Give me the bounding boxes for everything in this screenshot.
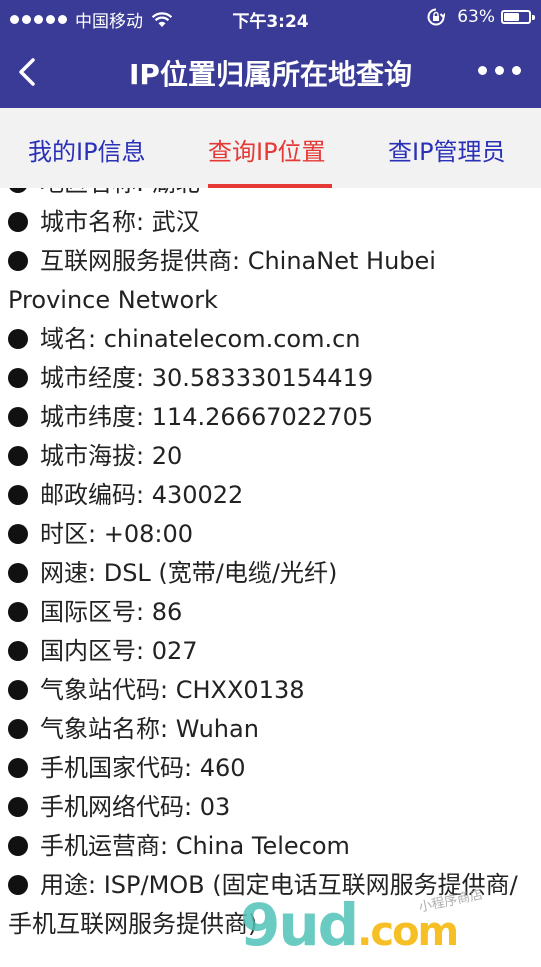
- info-item-text: 城市纬度: 114.26667022705: [40, 403, 374, 431]
- back-chevron-icon[interactable]: [14, 56, 42, 88]
- bullet-icon: [8, 641, 28, 661]
- tab-query-ip-admin[interactable]: 查IP管理员: [388, 132, 506, 167]
- info-item-text: 国内区号: 027: [40, 637, 198, 665]
- tab-bar: 我的IP信息 查询IP位置 查IP管理员: [0, 108, 541, 188]
- info-list-item: 手机网络代码: 03: [0, 788, 541, 827]
- info-list-item: 手机国家代码: 460: [0, 749, 541, 788]
- info-list-item: 国内区号: 027: [0, 632, 541, 671]
- more-options-icon[interactable]: [478, 66, 521, 75]
- bullet-icon: [8, 188, 28, 193]
- info-item-text: 手机网络代码: 03: [40, 793, 231, 821]
- info-item-text: 城市海拔: 20: [40, 442, 183, 470]
- info-list-item: 域名: chinatelecom.com.cn: [0, 320, 541, 359]
- info-list-item: 国际区号: 86: [0, 593, 541, 632]
- info-list-item: 互联网服务提供商: ChinaNet Hubei Province Networ…: [0, 242, 541, 320]
- info-list-item: 城市名称: 武汉: [0, 203, 541, 242]
- rotation-lock-icon: [427, 8, 446, 26]
- info-item-text: 手机运营商: China Telecom: [40, 832, 350, 860]
- bullet-icon: [8, 719, 28, 739]
- bullet-icon: [8, 407, 28, 427]
- status-right: 63%: [427, 7, 535, 27]
- info-list-item: 地区名称: 湖北: [0, 188, 541, 203]
- info-item-text: 国际区号: 86: [40, 598, 183, 626]
- info-item-text: 地区名称: 湖北: [40, 188, 200, 197]
- tab-query-ip-location[interactable]: 查询IP位置: [208, 132, 326, 167]
- info-item-text: 城市名称: 武汉: [40, 208, 200, 236]
- info-item-text: 手机国家代码: 460: [40, 754, 246, 782]
- info-list-item: 网速: DSL (宽带/电缆/光纤): [0, 554, 541, 593]
- battery-percentage: 63%: [457, 7, 495, 27]
- battery-fill: [504, 13, 519, 21]
- bullet-icon: [8, 797, 28, 817]
- bullet-icon: [8, 524, 28, 544]
- bullet-icon: [8, 602, 28, 622]
- bullet-icon: [8, 446, 28, 466]
- tab-my-ip-info[interactable]: 我的IP信息: [28, 132, 146, 167]
- bullet-icon: [8, 563, 28, 583]
- info-list-item: 气象站代码: CHXX0138: [0, 671, 541, 710]
- bullet-icon: [8, 368, 28, 388]
- info-list-item: 时区: +08:00: [0, 515, 541, 554]
- bullet-icon: [8, 680, 28, 700]
- ip-info-list: 地区名称: 湖北城市名称: 武汉互联网服务提供商: ChinaNet Hubei…: [0, 188, 541, 944]
- bullet-icon: [8, 485, 28, 505]
- nav-bar: IP位置归属所在地查询: [0, 36, 541, 108]
- status-bar: 中国移动 下午3:24 63%: [0, 0, 541, 36]
- bullet-icon: [8, 212, 28, 232]
- info-item-text: 时区: +08:00: [40, 520, 193, 548]
- ip-info-content[interactable]: 地区名称: 湖北城市名称: 武汉互联网服务提供商: ChinaNet Hubei…: [0, 188, 541, 960]
- info-item-text: 气象站代码: CHXX0138: [40, 676, 305, 704]
- page-title: IP位置归属所在地查询: [129, 58, 412, 91]
- info-list-item: 城市海拔: 20: [0, 437, 541, 476]
- battery-icon: [501, 10, 535, 24]
- bullet-icon: [8, 875, 28, 895]
- info-item-text: 用途: ISP/MOB (固定电话互联网服务提供商/手机互联网服务提供商): [8, 871, 518, 938]
- bullet-icon: [8, 836, 28, 856]
- info-list-item: 城市经度: 30.583330154419: [0, 359, 541, 398]
- info-item-text: 域名: chinatelecom.com.cn: [40, 325, 361, 353]
- info-list-item: 城市纬度: 114.26667022705: [0, 398, 541, 437]
- info-item-text: 城市经度: 30.583330154419: [40, 364, 374, 392]
- bullet-icon: [8, 758, 28, 778]
- info-item-text: 互联网服务提供商: ChinaNet Hubei Province Networ…: [8, 247, 436, 314]
- info-list-item: 邮政编码: 430022: [0, 476, 541, 515]
- info-list-item: 手机运营商: China Telecom: [0, 827, 541, 866]
- info-item-text: 网速: DSL (宽带/电缆/光纤): [40, 559, 338, 587]
- info-list-item: 气象站名称: Wuhan: [0, 710, 541, 749]
- bullet-icon: [8, 329, 28, 349]
- info-item-text: 邮政编码: 430022: [40, 481, 244, 509]
- info-list-item: 用途: ISP/MOB (固定电话互联网服务提供商/手机互联网服务提供商): [0, 866, 541, 944]
- info-item-text: 气象站名称: Wuhan: [40, 715, 259, 743]
- bullet-icon: [8, 251, 28, 271]
